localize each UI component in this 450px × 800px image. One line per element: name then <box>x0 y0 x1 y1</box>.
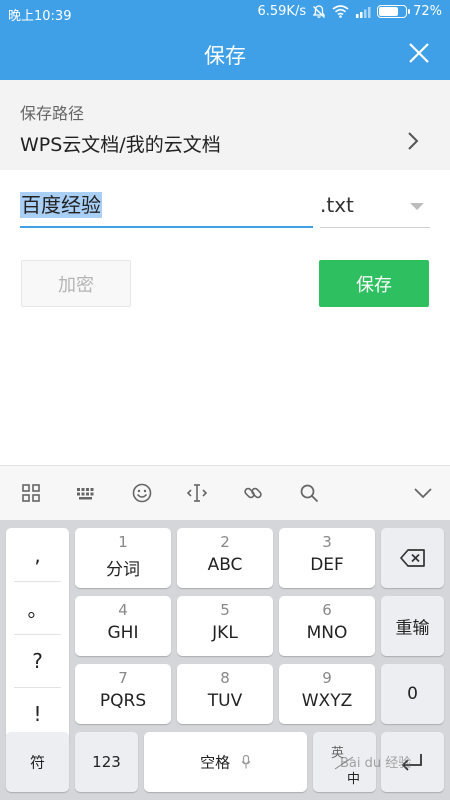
punct-key-period[interactable]: 。 <box>6 581 69 634</box>
extension-value: .txt <box>320 193 354 217</box>
key-0[interactable]: 0 <box>381 664 444 724</box>
backspace-icon <box>400 549 425 567</box>
cursor-move-icon[interactable] <box>186 482 208 504</box>
microphone-icon <box>241 754 251 769</box>
save-path-label: 保存路径 <box>20 104 85 123</box>
grid-icon[interactable] <box>20 482 42 504</box>
status-right: 6.59K/s 72% <box>257 4 442 19</box>
filename-text: 百度经验 <box>20 192 102 218</box>
close-icon <box>409 43 429 63</box>
link-icon[interactable] <box>242 482 264 504</box>
key-6[interactable]: 6 MNO <box>279 596 375 656</box>
punct-key-comma[interactable]: , <box>6 528 69 581</box>
collapse-keyboard-icon[interactable] <box>412 482 434 504</box>
watermark: Bai du 经验 <box>340 756 412 771</box>
save-button[interactable]: 保存 <box>319 260 429 307</box>
extension-dropdown[interactable]: .txt <box>320 188 430 228</box>
dropdown-caret-icon <box>410 203 424 210</box>
space-label: 空格 <box>200 753 231 772</box>
key-9[interactable]: 9 WXYZ <box>279 664 375 724</box>
search-icon[interactable] <box>298 482 320 504</box>
key-2[interactable]: 2 ABC <box>177 528 273 588</box>
encrypt-button[interactable]: 加密 <box>21 260 131 307</box>
network-speed: 6.59K/s <box>257 4 307 19</box>
punct-key-question[interactable]: ? <box>6 634 69 687</box>
page-title: 保存 <box>204 44 246 68</box>
key-5[interactable]: 5 JKL <box>177 596 273 656</box>
signal-icon <box>355 6 371 18</box>
key-3[interactable]: 3 DEF <box>279 528 375 588</box>
space-key[interactable]: 空格 <box>144 732 307 792</box>
key-7[interactable]: 7 PQRS <box>75 664 171 724</box>
status-time: 晚上10:39 <box>8 9 72 24</box>
number-mode-key[interactable]: 123 <box>75 732 138 792</box>
close-button[interactable] <box>406 40 432 66</box>
battery-percent: 72% <box>413 4 442 19</box>
keyboard-icon[interactable] <box>75 482 97 504</box>
key-4[interactable]: 4 GHI <box>75 596 171 656</box>
chevron-right-icon <box>408 132 419 150</box>
status-bar: 晚上10:39 6.59K/s 72% <box>0 0 450 26</box>
keyboard-toolbar <box>0 465 450 520</box>
save-path-value: WPS云文档/我的云文档 <box>20 134 221 156</box>
backspace-key[interactable] <box>381 528 444 588</box>
mute-bell-icon <box>312 4 326 19</box>
symbol-key[interactable]: 符 <box>6 732 69 792</box>
punctuation-column: , 。 ? ! <box>6 528 69 740</box>
title-bar: 保存 <box>0 26 450 80</box>
battery-icon <box>377 5 411 18</box>
save-path-selector[interactable]: 保存路径 WPS云文档/我的云文档 <box>0 80 450 170</box>
key-1[interactable]: 1 分词 <box>75 528 171 588</box>
key-8[interactable]: 8 TUV <box>177 664 273 724</box>
filename-input[interactable]: 百度经验 <box>20 188 313 228</box>
emoji-icon[interactable] <box>131 482 153 504</box>
reenter-key[interactable]: 重输 <box>381 596 444 656</box>
wifi-icon <box>332 5 349 18</box>
